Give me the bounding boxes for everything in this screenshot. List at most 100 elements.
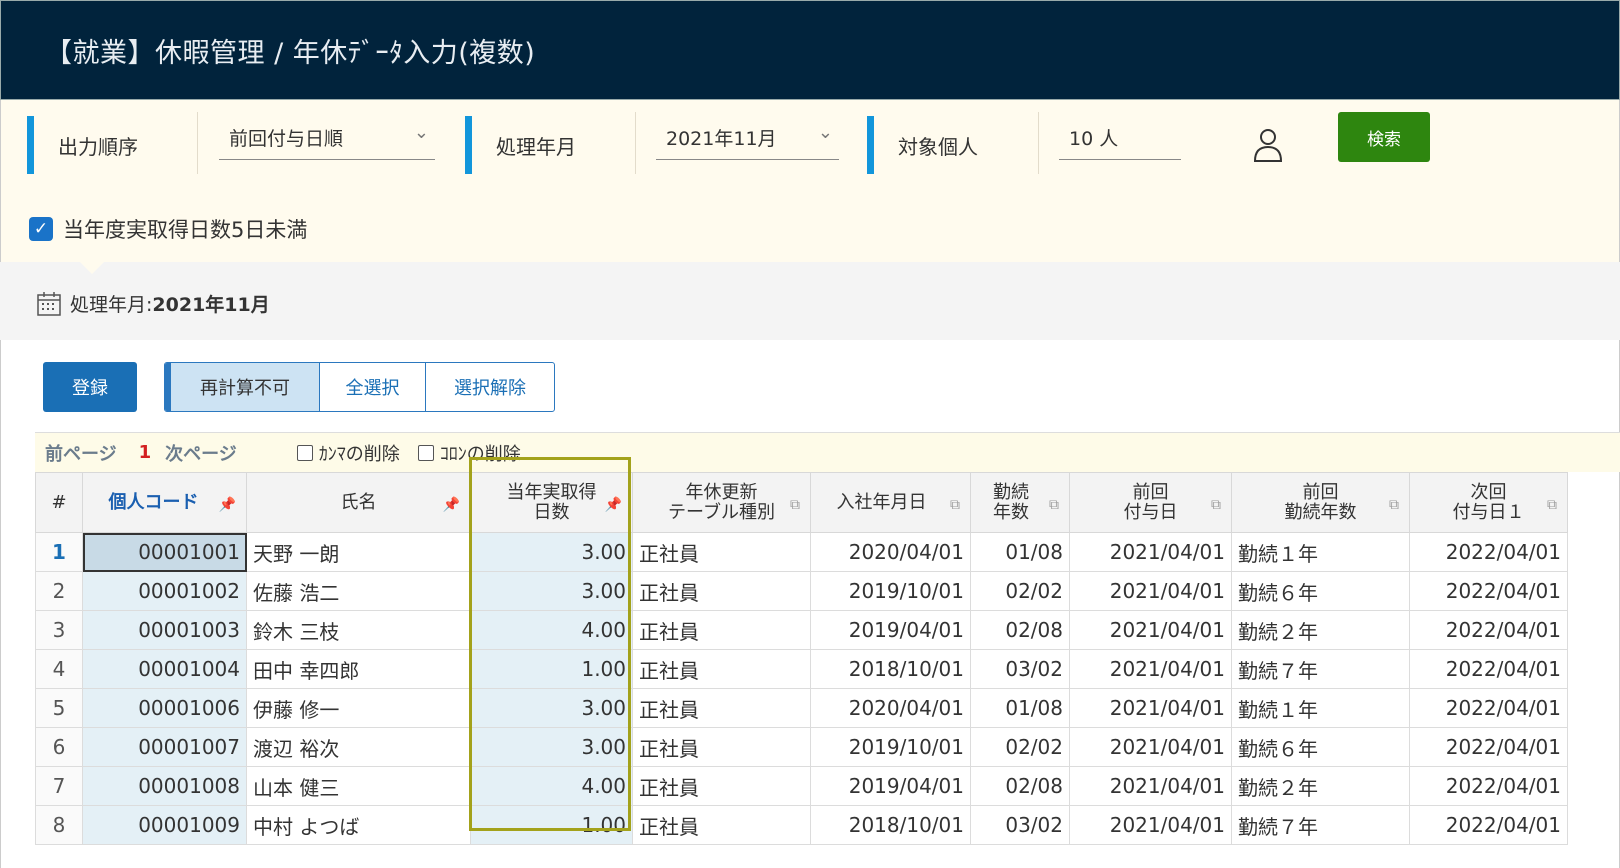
prev-service-cell[interactable]: 勤続６年: [1231, 727, 1410, 767]
table-row[interactable]: 1 00001001 天野 一朗 3.00 正社員 2020/04/01 01/08 2021…: [35, 532, 1568, 572]
remove-comma-checkbox[interactable]: ｶﾝﾏの削除: [296, 440, 400, 466]
row-number[interactable]: 2: [35, 571, 83, 611]
pin-icon[interactable]: ⧉: [790, 495, 800, 515]
days-taken-cell[interactable]: 3.00: [470, 688, 633, 728]
prev-grant-date-cell[interactable]: 2021/04/01: [1069, 571, 1232, 611]
prev-grant-date-cell[interactable]: 2021/04/01: [1069, 610, 1232, 650]
remove-colon-checkbox[interactable]: ｺﾛﾝの削除: [417, 440, 521, 466]
service-years-cell[interactable]: 03/02: [970, 805, 1070, 845]
prev-service-cell[interactable]: 勤続１年: [1231, 688, 1410, 728]
row-number[interactable]: 5: [35, 688, 83, 728]
hire-date-cell[interactable]: 2019/10/01: [810, 571, 971, 611]
check-icon[interactable]: ✓: [29, 217, 53, 241]
pin-icon[interactable]: ⧉: [1389, 495, 1399, 515]
table-row[interactable]: 6 00001007 渡辺 裕次 3.00 正社員 2019/10/01 02/02 2021…: [35, 727, 1568, 767]
checkbox-box[interactable]: [296, 444, 313, 461]
pin-icon[interactable]: ⧉: [1049, 495, 1059, 515]
table-type-cell[interactable]: 正社員: [632, 727, 811, 767]
table-row[interactable]: 7 00001008 山本 健三 4.00 正社員 2019/04/01 02/08 2021…: [35, 766, 1568, 806]
hire-date-cell[interactable]: 2020/04/01: [810, 532, 971, 572]
hire-date-cell[interactable]: 2018/10/01: [810, 649, 971, 689]
search-button[interactable]: 検索: [1338, 112, 1430, 162]
period-select[interactable]: 2021年11月 ⌄: [656, 122, 839, 160]
pin-icon[interactable]: 📌: [219, 495, 236, 515]
row-number[interactable]: 4: [35, 649, 83, 689]
prev-grant-date-cell[interactable]: 2021/04/01: [1069, 688, 1232, 728]
deselect-button[interactable]: 選択解除: [426, 363, 554, 411]
prev-service-cell[interactable]: 勤続７年: [1231, 649, 1410, 689]
prev-grant-date-cell[interactable]: 2021/04/01: [1069, 766, 1232, 806]
hire-date-cell[interactable]: 2020/04/01: [810, 688, 971, 728]
days-taken-cell[interactable]: 1.00: [470, 649, 633, 689]
row-number[interactable]: 1: [35, 532, 83, 572]
row-number[interactable]: 3: [35, 610, 83, 650]
person-icon[interactable]: [1251, 127, 1285, 163]
col-table-type-header[interactable]: 年休更新 テーブル種別 ⧉: [632, 472, 811, 533]
row-number[interactable]: 7: [35, 766, 83, 806]
col-hire-date-header[interactable]: 入社年月日 ⧉: [810, 472, 971, 533]
next-page-link[interactable]: 次ページ: [165, 440, 237, 466]
prev-service-cell[interactable]: 勤続２年: [1231, 610, 1410, 650]
col-days-header[interactable]: 当年実取得 日数 📌: [470, 472, 633, 533]
employee-name-cell[interactable]: 伊藤 修一: [246, 688, 471, 728]
prev-grant-date-cell[interactable]: 2021/04/01: [1069, 805, 1232, 845]
employee-code-cell[interactable]: 00001006: [82, 688, 247, 728]
row-number[interactable]: 6: [35, 727, 83, 767]
register-button[interactable]: 登録: [43, 362, 137, 412]
service-years-cell[interactable]: 02/08: [970, 610, 1070, 650]
under-five-days-checkbox[interactable]: ✓ 当年度実取得日数5日未満: [29, 214, 307, 244]
hire-date-cell[interactable]: 2019/04/01: [810, 766, 971, 806]
prev-grant-date-cell[interactable]: 2021/04/01: [1069, 649, 1232, 689]
employee-code-cell[interactable]: 00001002: [82, 571, 247, 611]
employee-name-cell[interactable]: 天野 一朗: [246, 532, 471, 572]
employee-code-cell[interactable]: 00001007: [82, 727, 247, 767]
employee-code-cell[interactable]: 00001009: [82, 805, 247, 845]
table-type-cell[interactable]: 正社員: [632, 766, 811, 806]
no-recalc-toggle[interactable]: 再計算不可: [165, 363, 320, 411]
checkbox-box[interactable]: [417, 444, 434, 461]
table-type-cell[interactable]: 正社員: [632, 805, 811, 845]
table-type-cell[interactable]: 正社員: [632, 610, 811, 650]
pin-icon[interactable]: 📌: [605, 495, 622, 515]
table-type-cell[interactable]: 正社員: [632, 532, 811, 572]
hire-date-cell[interactable]: 2018/10/01: [810, 805, 971, 845]
employee-code-cell[interactable]: 00001003: [82, 610, 247, 650]
pin-icon[interactable]: 📌: [443, 495, 460, 515]
service-years-cell[interactable]: 02/02: [970, 727, 1070, 767]
col-service-header[interactable]: 勤続 年数 ⧉: [970, 472, 1070, 533]
table-row[interactable]: 8 00001009 中村 よつば 1.00 正社員 2018/10/01 03/02 202…: [35, 805, 1568, 845]
hire-date-cell[interactable]: 2019/10/01: [810, 727, 971, 767]
next-grant-date-cell[interactable]: 2022/04/01: [1409, 727, 1568, 767]
table-row[interactable]: 4 00001004 田中 幸四郎 1.00 正社員 2018/10/01 03/02 202…: [35, 649, 1568, 689]
employee-name-cell[interactable]: 鈴木 三枝: [246, 610, 471, 650]
table-row[interactable]: 5 00001006 伊藤 修一 3.00 正社員 2020/04/01 01/08 2021…: [35, 688, 1568, 728]
employee-name-cell[interactable]: 渡辺 裕次: [246, 727, 471, 767]
table-type-cell[interactable]: 正社員: [632, 571, 811, 611]
service-years-cell[interactable]: 02/02: [970, 571, 1070, 611]
employee-name-cell[interactable]: 中村 よつば: [246, 805, 471, 845]
pin-icon[interactable]: ⧉: [1211, 495, 1221, 515]
prev-service-cell[interactable]: 勤続６年: [1231, 571, 1410, 611]
select-all-button[interactable]: 全選択: [320, 363, 426, 411]
col-name-header[interactable]: 氏名 📌: [246, 472, 471, 533]
pin-icon[interactable]: ⧉: [1547, 495, 1557, 515]
next-grant-date-cell[interactable]: 2022/04/01: [1409, 610, 1568, 650]
next-grant-date-cell[interactable]: 2022/04/01: [1409, 688, 1568, 728]
prev-service-cell[interactable]: 勤続７年: [1231, 805, 1410, 845]
table-type-cell[interactable]: 正社員: [632, 649, 811, 689]
table-row[interactable]: 2 00001002 佐藤 浩二 3.00 正社員 2019/10/01 02/02 2021…: [35, 571, 1568, 611]
row-number[interactable]: 8: [35, 805, 83, 845]
employee-name-cell[interactable]: 佐藤 浩二: [246, 571, 471, 611]
next-grant-date-cell[interactable]: 2022/04/01: [1409, 649, 1568, 689]
col-prev-grant-header[interactable]: 前回 付与日 ⧉: [1069, 472, 1232, 533]
employee-code-cell[interactable]: 00001001: [82, 532, 247, 572]
next-grant-date-cell[interactable]: 2022/04/01: [1409, 571, 1568, 611]
days-taken-cell[interactable]: 3.00: [470, 571, 633, 611]
pin-icon[interactable]: ⧉: [950, 495, 960, 515]
target-count-field[interactable]: 10 人: [1059, 124, 1181, 160]
days-taken-cell[interactable]: 3.00: [470, 727, 633, 767]
employee-code-cell[interactable]: 00001004: [82, 649, 247, 689]
service-years-cell[interactable]: 02/08: [970, 766, 1070, 806]
next-grant-date-cell[interactable]: 2022/04/01: [1409, 532, 1568, 572]
prev-page-link[interactable]: 前ページ: [45, 440, 117, 466]
